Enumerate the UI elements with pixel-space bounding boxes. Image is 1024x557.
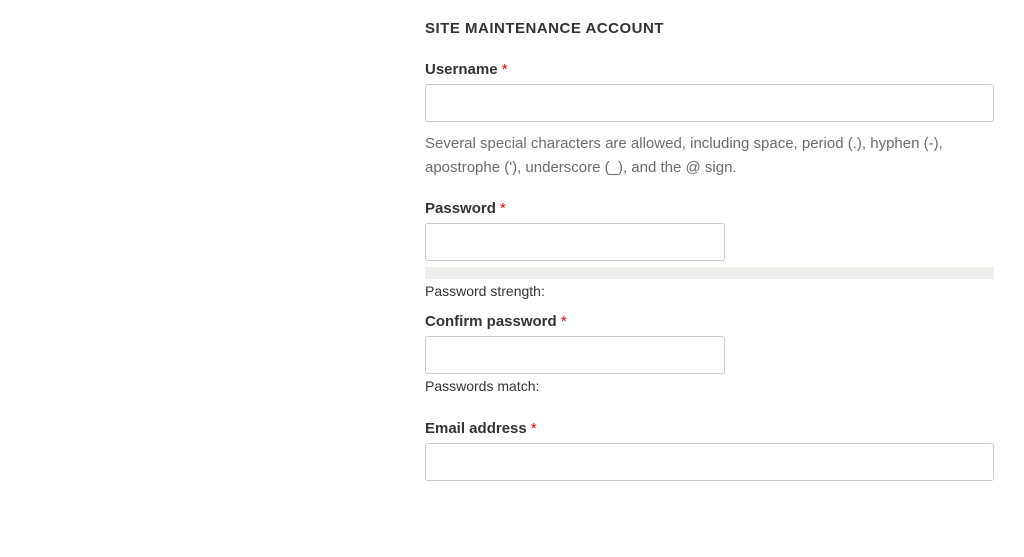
required-marker: * xyxy=(500,200,506,217)
email-field-group: Email address * xyxy=(425,420,994,481)
confirm-password-input[interactable] xyxy=(425,336,725,374)
username-field-group: Username * Several special characters ar… xyxy=(425,61,994,180)
password-field-group: Password * Password strength: xyxy=(425,200,994,299)
password-strength-label: Password strength: xyxy=(425,283,994,299)
required-marker: * xyxy=(561,313,567,330)
username-label: Username * xyxy=(425,61,994,78)
email-input[interactable] xyxy=(425,443,994,481)
required-marker: * xyxy=(531,420,537,437)
email-label-text: Email address xyxy=(425,420,527,437)
passwords-match-label: Passwords match: xyxy=(425,378,994,394)
required-marker: * xyxy=(502,61,508,78)
password-strength-bar xyxy=(425,267,994,279)
username-input[interactable] xyxy=(425,84,994,122)
account-form-section: SITE MAINTENANCE ACCOUNT Username * Seve… xyxy=(425,0,994,481)
confirm-password-label-text: Confirm password xyxy=(425,313,557,330)
password-label-text: Password xyxy=(425,200,496,217)
confirm-password-label: Confirm password * xyxy=(425,313,994,330)
username-help-text: Several special characters are allowed, … xyxy=(425,132,994,180)
username-label-text: Username xyxy=(425,61,498,78)
email-label: Email address * xyxy=(425,420,994,437)
section-title: SITE MAINTENANCE ACCOUNT xyxy=(425,20,994,37)
password-label: Password * xyxy=(425,200,994,217)
password-input[interactable] xyxy=(425,223,725,261)
confirm-password-field-group: Confirm password * Passwords match: xyxy=(425,313,994,394)
